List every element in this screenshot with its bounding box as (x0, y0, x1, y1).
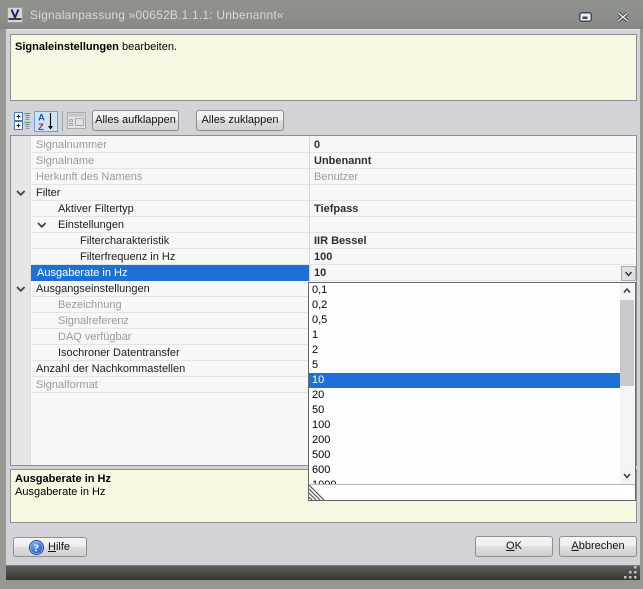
svg-text:?: ? (34, 544, 39, 555)
svg-text:Z: Z (38, 122, 44, 131)
